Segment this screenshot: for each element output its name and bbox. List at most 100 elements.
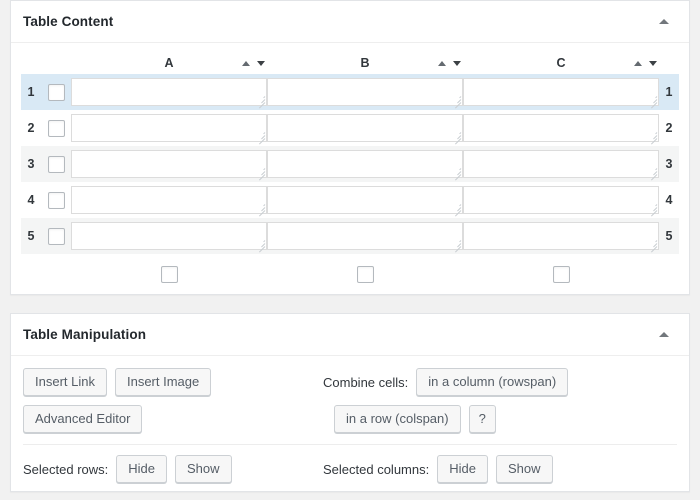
insert-image-button[interactable]: Insert Image xyxy=(115,368,211,396)
sort-descending-icon-b[interactable] xyxy=(453,61,461,66)
hide-selected-rows-button[interactable]: Hide xyxy=(116,455,167,483)
admin-page: Table Content A xyxy=(0,0,700,500)
column-header-c[interactable]: C xyxy=(463,52,659,74)
column-checkbox-a[interactable] xyxy=(161,266,178,283)
table-editor-grid: A B xyxy=(21,52,679,294)
advanced-editor-button[interactable]: Advanced Editor xyxy=(23,405,142,433)
sort-ascending-icon-b[interactable] xyxy=(438,61,446,66)
cell-c2 xyxy=(463,110,659,146)
selected-columns-label: Selected columns: xyxy=(323,462,429,477)
row-checkbox-2[interactable] xyxy=(48,120,65,137)
show-selected-columns-button[interactable]: Show xyxy=(496,455,553,483)
column-letter-c: C xyxy=(556,56,565,70)
sort-descending-icon-a[interactable] xyxy=(257,61,265,66)
table-row: 1 xyxy=(21,74,679,110)
column-checkbox-b[interactable] xyxy=(357,266,374,283)
table-manipulation-title: Table Manipulation xyxy=(23,327,146,342)
row-checkbox-1[interactable] xyxy=(48,84,65,101)
row-select-cell-5 xyxy=(41,218,71,254)
row-checkbox-3[interactable] xyxy=(48,156,65,173)
row-checkbox-5[interactable] xyxy=(48,228,65,245)
table-content-toggle-button[interactable] xyxy=(647,1,681,42)
page-title: Table Content xyxy=(23,14,113,29)
row-number-left-3[interactable]: 3 xyxy=(21,146,41,182)
row-select-cell-2 xyxy=(41,110,71,146)
row-checkbox-4[interactable] xyxy=(48,192,65,209)
cell-input-b2[interactable] xyxy=(267,114,463,142)
row-select-cell-3 xyxy=(41,146,71,182)
row-number-right-3[interactable]: 3 xyxy=(659,146,679,182)
column-letter-a: A xyxy=(164,56,173,70)
triangle-up-icon xyxy=(659,332,669,337)
cell-input-a1[interactable] xyxy=(71,78,267,106)
table-content-header: Table Content xyxy=(11,1,689,43)
row-number-left-5[interactable]: 5 xyxy=(21,218,41,254)
combine-rowspan-button[interactable]: in a column (rowspan) xyxy=(416,368,568,396)
table-manipulation-panel: Table Manipulation Insert Link Insert Im… xyxy=(10,313,690,492)
row-select-cell-1 xyxy=(41,74,71,110)
table-manipulation-toggle-button[interactable] xyxy=(647,314,681,355)
cell-input-c1[interactable] xyxy=(463,78,659,106)
sort-ascending-icon-a[interactable] xyxy=(242,61,250,66)
table-manipulation-header: Table Manipulation xyxy=(11,314,689,356)
show-selected-rows-button[interactable]: Show xyxy=(175,455,232,483)
manipulation-row-3: Selected rows: Hide Show Selected column… xyxy=(23,455,677,483)
sort-descending-icon-c[interactable] xyxy=(649,61,657,66)
insert-link-button[interactable]: Insert Link xyxy=(23,368,107,396)
combine-help-button[interactable]: ? xyxy=(469,405,496,433)
cell-input-a5[interactable] xyxy=(71,222,267,250)
cell-input-c3[interactable] xyxy=(463,150,659,178)
combine-colspan-button[interactable]: in a row (colspan) xyxy=(334,405,461,433)
cell-input-c4[interactable] xyxy=(463,186,659,214)
cell-b2 xyxy=(267,110,463,146)
table-content-body: A B xyxy=(11,43,689,294)
manipulation-row-1: Insert Link Insert Image Combine cells: … xyxy=(23,368,677,396)
cell-input-a4[interactable] xyxy=(71,186,267,214)
column-select-cell-a xyxy=(71,254,267,294)
row-select-cell-4 xyxy=(41,182,71,218)
footer-corner-right xyxy=(659,254,679,294)
cell-c3 xyxy=(463,146,659,182)
column-header-b[interactable]: B xyxy=(267,52,463,74)
column-header-a[interactable]: A xyxy=(71,52,267,74)
selected-rows-label: Selected rows: xyxy=(23,462,108,477)
row-number-right-2[interactable]: 2 xyxy=(659,110,679,146)
column-select-cell-c xyxy=(463,254,659,294)
row-number-left-4[interactable]: 4 xyxy=(21,182,41,218)
manipulation-row-2: Advanced Editor in a row (colspan) ? xyxy=(23,405,677,433)
cell-input-b4[interactable] xyxy=(267,186,463,214)
column-select-cell-b xyxy=(267,254,463,294)
cell-b5 xyxy=(267,218,463,254)
cell-input-a3[interactable] xyxy=(71,150,267,178)
cell-input-b3[interactable] xyxy=(267,150,463,178)
footer-corner-left xyxy=(21,254,41,294)
column-checkbox-c[interactable] xyxy=(553,266,570,283)
sort-ascending-icon-c[interactable] xyxy=(634,61,642,66)
row-number-right-4[interactable]: 4 xyxy=(659,182,679,218)
cell-c5 xyxy=(463,218,659,254)
combine-cells-label: Combine cells: xyxy=(323,375,408,390)
cell-c4 xyxy=(463,182,659,218)
cell-input-a2[interactable] xyxy=(71,114,267,142)
footer-select-all-cell xyxy=(41,254,71,294)
cell-a3 xyxy=(71,146,267,182)
row-number-right-5[interactable]: 5 xyxy=(659,218,679,254)
cell-input-b1[interactable] xyxy=(267,78,463,106)
row-number-left-2[interactable]: 2 xyxy=(21,110,41,146)
hide-selected-columns-button[interactable]: Hide xyxy=(437,455,488,483)
cell-input-c5[interactable] xyxy=(463,222,659,250)
cell-input-b5[interactable] xyxy=(267,222,463,250)
header-corner-right xyxy=(659,52,679,74)
cell-b4 xyxy=(267,182,463,218)
cell-a5 xyxy=(71,218,267,254)
table-header-row: A B xyxy=(21,52,679,74)
table-row: 5 xyxy=(21,218,679,254)
cell-a4 xyxy=(71,182,267,218)
row-number-left-1[interactable]: 1 xyxy=(21,74,41,110)
table-row: 2 xyxy=(21,110,679,146)
column-letter-b: B xyxy=(360,56,369,70)
section-divider xyxy=(23,444,677,445)
cell-input-c2[interactable] xyxy=(463,114,659,142)
table-content-panel: Table Content A xyxy=(10,0,690,295)
row-number-right-1[interactable]: 1 xyxy=(659,74,679,110)
